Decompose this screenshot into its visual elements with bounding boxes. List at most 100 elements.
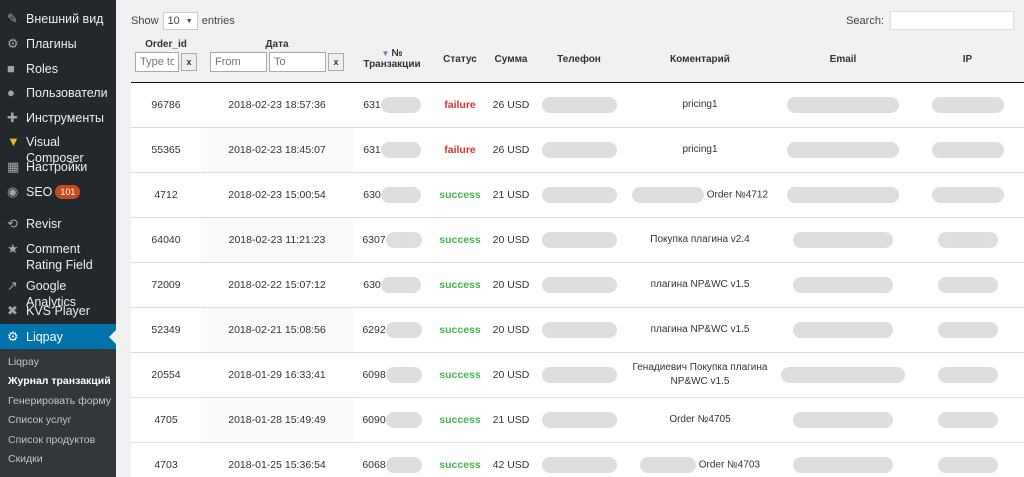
submenu-products[interactable]: Список продуктов — [8, 434, 95, 446]
phone-cell — [533, 306, 625, 352]
ip-cell — [911, 171, 1024, 217]
submenu-generate-form[interactable]: Генерировать форму — [8, 395, 111, 407]
menu-item-tools[interactable]: ✚ Инструменты — [0, 110, 116, 126]
sum-cell: 20 USD — [489, 351, 533, 397]
menu-item-appearance[interactable]: ✎ Внешний вид — [0, 11, 116, 27]
column-comment[interactable]: Коментарий — [625, 37, 775, 83]
email-cell — [775, 261, 911, 307]
transaction-cell: 630 — [353, 171, 431, 217]
status-cell: success — [431, 306, 489, 352]
menu-label: Инструменты — [26, 111, 104, 125]
column-email[interactable]: Email — [775, 37, 911, 83]
menu-item-comment-rating[interactable]: ★ Comment Rating Field — [0, 241, 116, 273]
redacted-value — [793, 456, 893, 473]
menu-item-seo[interactable]: ◉ SEO 101 — [0, 184, 116, 200]
chart-icon: ↗ — [7, 278, 18, 293]
column-order-id[interactable]: Order_id x — [131, 37, 201, 83]
column-sum[interactable]: Сумма — [489, 37, 533, 83]
submenu-services[interactable]: Список услуг — [8, 414, 71, 426]
transaction-cell: 631 — [353, 81, 431, 127]
phone-cell — [533, 261, 625, 307]
table-row: 4703 2018-01-25 15:36:54 6068 success 42… — [131, 441, 1024, 477]
transaction-prefix: 630 — [363, 278, 381, 291]
main-content: Show 10 ▼ entries Search: Order_id Type … — [116, 0, 1024, 477]
redacted-value — [385, 411, 422, 428]
table-row: 52349 2018-02-21 15:08:56 6292 success 2… — [131, 306, 1024, 352]
order-id-cell: 72009 — [131, 261, 201, 307]
phone-cell — [533, 171, 625, 217]
date-cell: 2018-02-21 15:08:56 — [201, 306, 353, 352]
menu-label: Liqpay — [26, 330, 63, 344]
plugin-icon: ⚙ — [7, 36, 19, 51]
sum-cell: 21 USD — [489, 396, 533, 442]
chevron-down-icon: ▼ — [185, 17, 193, 25]
transaction-cell: 6098 — [353, 351, 431, 397]
sum-cell: 26 USD — [489, 126, 533, 172]
column-label: № Транзакции — [363, 48, 421, 71]
menu-item-liqpay[interactable]: ⚙ Liqpay — [0, 324, 116, 350]
submenu-liqpay[interactable]: Liqpay — [8, 356, 39, 368]
date-from-input[interactable] — [210, 52, 267, 72]
column-status[interactable]: Статус — [431, 37, 489, 83]
menu-item-settings[interactable]: ▦ Настройки — [0, 159, 116, 175]
redacted-value — [639, 456, 696, 473]
table-row: 20554 2018-01-29 16:33:41 6098 success 2… — [131, 351, 1024, 397]
search-control: Search: — [846, 11, 1014, 30]
email-cell — [775, 126, 911, 172]
search-input[interactable] — [890, 11, 1014, 30]
transaction-prefix: 630 — [363, 188, 381, 201]
seo-icon: ◉ — [7, 184, 19, 199]
phone-cell — [533, 396, 625, 442]
redacted-value — [793, 231, 893, 248]
column-date[interactable]: Дата x — [201, 37, 353, 83]
date-cell: 2018-01-25 15:36:54 — [201, 441, 353, 477]
page-length-select[interactable]: 10 ▼ — [162, 12, 198, 30]
submenu-transactions[interactable]: Журнал транзакций — [8, 375, 111, 387]
star-icon: ★ — [7, 241, 19, 256]
redacted-value — [541, 456, 617, 473]
transaction-prefix: 6307 — [362, 233, 386, 246]
column-ip[interactable]: IP — [911, 37, 1024, 83]
order-id-cell: 55365 — [131, 126, 201, 172]
redacted-value — [937, 456, 998, 473]
menu-item-revisr[interactable]: ⟲ Revisr — [0, 216, 116, 232]
transaction-prefix: 631 — [363, 143, 381, 156]
ip-cell — [911, 216, 1024, 262]
menu-item-kvs-player[interactable]: ✖ KVS Player — [0, 303, 116, 319]
menu-item-users[interactable]: ● Пользователи — [0, 85, 116, 101]
menu-label: Revisr — [26, 217, 62, 231]
date-to-input[interactable] — [269, 52, 326, 72]
settings-icon: ▦ — [7, 159, 20, 174]
clear-date-filter-button[interactable]: x — [328, 53, 344, 71]
comment-cell: плагина NP&WC v1.5 — [625, 261, 775, 307]
redacted-value — [385, 366, 422, 383]
menu-label: Настройки — [26, 160, 88, 174]
sum-cell: 20 USD — [489, 216, 533, 262]
menu-item-plugins[interactable]: ⚙ Плагины — [0, 36, 116, 52]
column-transaction[interactable]: ▼ № Транзакции — [353, 37, 431, 83]
transaction-cell: 6090 — [353, 396, 431, 442]
menu-label: Плагины — [26, 37, 77, 51]
menu-item-roles[interactable]: ■ Roles — [0, 61, 116, 77]
redacted-value — [380, 141, 421, 158]
submenu-discounts[interactable]: Скидки — [8, 453, 43, 465]
order-filter: x — [131, 52, 201, 72]
date-cell: 2018-02-23 11:21:23 — [201, 216, 353, 262]
status-cell: success — [431, 351, 489, 397]
status-cell: success — [431, 261, 489, 307]
clear-filter-button[interactable]: x — [181, 53, 197, 71]
redacted-value — [541, 141, 617, 158]
comment-cell: Покупка плагина v2.4 — [625, 216, 775, 262]
email-cell — [775, 441, 911, 477]
transaction-cell: 631 — [353, 126, 431, 172]
redacted-value — [631, 186, 704, 203]
phone-cell — [533, 351, 625, 397]
order-id-filter-input[interactable] — [135, 52, 179, 72]
column-label: Дата — [265, 39, 289, 50]
ip-cell — [911, 441, 1024, 477]
transaction-cell: 6307 — [353, 216, 431, 262]
phone-cell — [533, 216, 625, 262]
status-cell: success — [431, 396, 489, 442]
column-phone[interactable]: Телефон — [533, 37, 625, 83]
comment-text: Order №4712 — [706, 189, 769, 201]
